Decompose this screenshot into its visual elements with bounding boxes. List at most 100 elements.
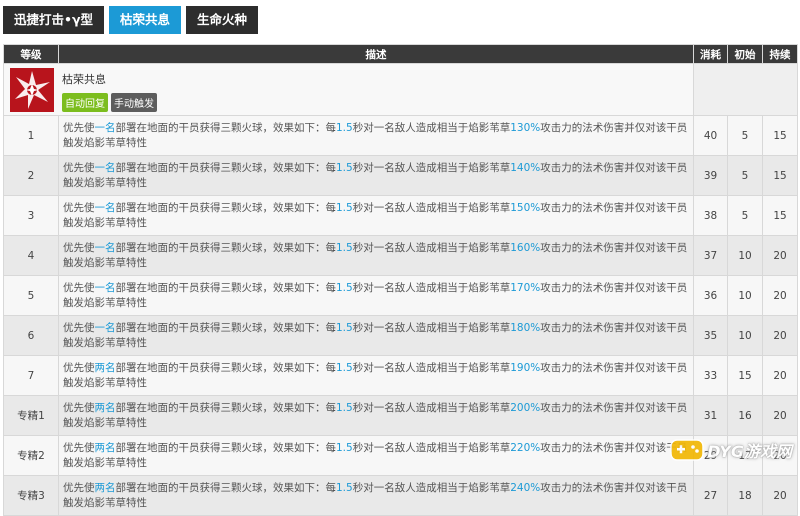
desc-pre: 优先使 (63, 321, 95, 334)
desc-percent: 130% (510, 121, 541, 134)
level-cell: 1 (3, 115, 59, 156)
skill-info-cell: 枯荣共息 自动回复 手动触发 (3, 63, 694, 116)
table-row: 3 优先使一名部署在地面的干员获得三颗火球，效果如下：每1.5秒对一名敌人造成相当… (3, 195, 798, 236)
initial-cell: 10 (727, 275, 763, 316)
desc-target-count: 一名 (94, 201, 116, 214)
initial-cell: 5 (727, 115, 763, 156)
cost-cell: 35 (693, 315, 728, 356)
auto-recovery-badge: 自动回复 (62, 93, 108, 112)
table-row: 专精1 优先使两名部署在地面的干员获得三颗火球，效果如下：每1.5秒对一名敌人造成… (3, 395, 798, 436)
desc-percent: 240% (510, 481, 541, 494)
desc-target-count: 两名 (94, 361, 116, 374)
desc-interval: 1.5 (336, 161, 353, 174)
description-cell: 优先使一名部署在地面的干员获得三颗火球，效果如下：每1.5秒对一名敌人造成相当于… (58, 275, 694, 316)
desc-pre: 优先使 (63, 281, 95, 294)
desc-target-count: 一名 (94, 321, 116, 334)
initial-cell: 5 (727, 195, 763, 236)
initial-cell: 16 (727, 395, 763, 436)
cost-cell: 36 (693, 275, 728, 316)
desc-target-count: 一名 (94, 161, 116, 174)
desc-percent: 170% (510, 281, 541, 294)
desc-mid: 部署在地面的干员获得三颗火球，效果如下：每 (115, 321, 337, 334)
desc-pre: 优先使 (63, 481, 95, 494)
desc-target-count: 一名 (94, 121, 116, 134)
desc-interval: 1.5 (336, 241, 353, 254)
duration-cell: 20 (762, 315, 798, 356)
desc-mid: 部署在地面的干员获得三颗火球，效果如下：每 (115, 361, 337, 374)
level-cell: 3 (3, 195, 59, 236)
table-row: 4 优先使一名部署在地面的干员获得三颗火球，效果如下：每1.5秒对一名敌人造成相当… (3, 235, 798, 276)
duration-cell: 15 (762, 115, 798, 156)
desc-pre: 优先使 (63, 441, 95, 454)
initial-cell: 18 (727, 475, 763, 516)
duration-cell: 20 (762, 235, 798, 276)
duration-cell: 15 (762, 155, 798, 196)
cost-cell: 31 (693, 395, 728, 436)
desc-interval: 1.5 (336, 201, 353, 214)
table-row: 1 优先使一名部署在地面的干员获得三颗火球，效果如下：每1.5秒对一名敌人造成相当… (3, 115, 798, 156)
duration-cell: 20 (762, 275, 798, 316)
level-cell: 4 (3, 235, 59, 276)
table-row: 专精3 优先使两名部署在地面的干员获得三颗火球，效果如下：每1.5秒对一名敌人造成… (3, 475, 798, 516)
desc-pre: 优先使 (63, 121, 95, 134)
col-cost: 消耗 (693, 44, 728, 64)
desc-mid: 部署在地面的干员获得三颗火球，效果如下：每 (115, 201, 337, 214)
level-cell: 专精1 (3, 395, 59, 436)
desc-pre: 优先使 (63, 241, 95, 254)
desc-interval: 1.5 (336, 361, 353, 374)
desc-percent: 140% (510, 161, 541, 174)
col-level: 等级 (3, 44, 59, 64)
gamepad-icon (670, 439, 704, 461)
cost-cell: 37 (693, 235, 728, 276)
desc-mid2: 秒对一名敌人造成相当于焰影苇草 (352, 481, 511, 494)
desc-mid2: 秒对一名敌人造成相当于焰影苇草 (352, 441, 511, 454)
desc-percent: 220% (510, 441, 541, 454)
description-cell: 优先使一名部署在地面的干员获得三颗火球，效果如下：每1.5秒对一名敌人造成相当于… (58, 155, 694, 196)
watermark: DYG游戏网 (670, 437, 792, 463)
description-cell: 优先使两名部署在地面的干员获得三颗火球，效果如下：每1.5秒对一名敌人造成相当于… (58, 475, 694, 516)
desc-interval: 1.5 (336, 481, 353, 494)
level-cell: 专精2 (3, 435, 59, 476)
desc-target-count: 一名 (94, 281, 116, 294)
desc-pre: 优先使 (63, 201, 95, 214)
tab-withering-coexistence[interactable]: 枯荣共息 (109, 6, 182, 34)
desc-pre: 优先使 (63, 161, 95, 174)
level-cell: 7 (3, 355, 59, 396)
desc-mid: 部署在地面的干员获得三颗火球，效果如下：每 (115, 281, 337, 294)
desc-percent: 150% (510, 201, 541, 214)
duration-cell: 15 (762, 195, 798, 236)
description-cell: 优先使一名部署在地面的干员获得三颗火球，效果如下：每1.5秒对一名敌人造成相当于… (58, 235, 694, 276)
desc-mid: 部署在地面的干员获得三颗火球，效果如下：每 (115, 481, 337, 494)
table-row: 7 优先使两名部署在地面的干员获得三颗火球，效果如下：每1.5秒对一名敌人造成相当… (3, 355, 798, 396)
col-desc: 描述 (58, 44, 694, 64)
skill-tabs: 迅捷打击•γ型 枯荣共息 生命火种 (3, 6, 259, 34)
manual-trigger-badge: 手动触发 (111, 93, 157, 112)
desc-mid2: 秒对一名敌人造成相当于焰影苇草 (352, 401, 511, 414)
description-cell: 优先使一名部署在地面的干员获得三颗火球，效果如下：每1.5秒对一名敌人造成相当于… (58, 115, 694, 156)
cost-cell: 33 (693, 355, 728, 396)
skill-name: 枯荣共息 (62, 73, 106, 86)
tab-swift-strike[interactable]: 迅捷打击•γ型 (3, 6, 105, 34)
desc-mid2: 秒对一名敌人造成相当于焰影苇草 (352, 161, 511, 174)
desc-mid2: 秒对一名敌人造成相当于焰影苇草 (352, 201, 511, 214)
desc-interval: 1.5 (336, 321, 353, 334)
description-cell: 优先使两名部署在地面的干员获得三颗火球，效果如下：每1.5秒对一名敌人造成相当于… (58, 355, 694, 396)
desc-mid: 部署在地面的干员获得三颗火球，效果如下：每 (115, 121, 337, 134)
tab-life-spark[interactable]: 生命火种 (186, 6, 259, 34)
desc-target-count: 两名 (94, 481, 116, 494)
initial-cell: 5 (727, 155, 763, 196)
info-empty-cell (693, 63, 798, 116)
desc-target-count: 两名 (94, 401, 116, 414)
cost-cell: 27 (693, 475, 728, 516)
skill-info: 枯荣共息 自动回复 手动触发 (3, 63, 798, 116)
table-row: 5 优先使一名部署在地面的干员获得三颗火球，效果如下：每1.5秒对一名敌人造成相当… (3, 275, 798, 316)
duration-cell: 20 (762, 395, 798, 436)
duration-cell: 20 (762, 475, 798, 516)
table-row: 6 优先使一名部署在地面的干员获得三颗火球，效果如下：每1.5秒对一名敌人造成相当… (3, 315, 798, 356)
desc-pre: 优先使 (63, 361, 95, 374)
desc-percent: 190% (510, 361, 541, 374)
desc-mid2: 秒对一名敌人造成相当于焰影苇草 (352, 361, 511, 374)
description-cell: 优先使两名部署在地面的干员获得三颗火球，效果如下：每1.5秒对一名敌人造成相当于… (58, 395, 694, 436)
desc-interval: 1.5 (336, 281, 353, 294)
desc-mid2: 秒对一名敌人造成相当于焰影苇草 (352, 241, 511, 254)
